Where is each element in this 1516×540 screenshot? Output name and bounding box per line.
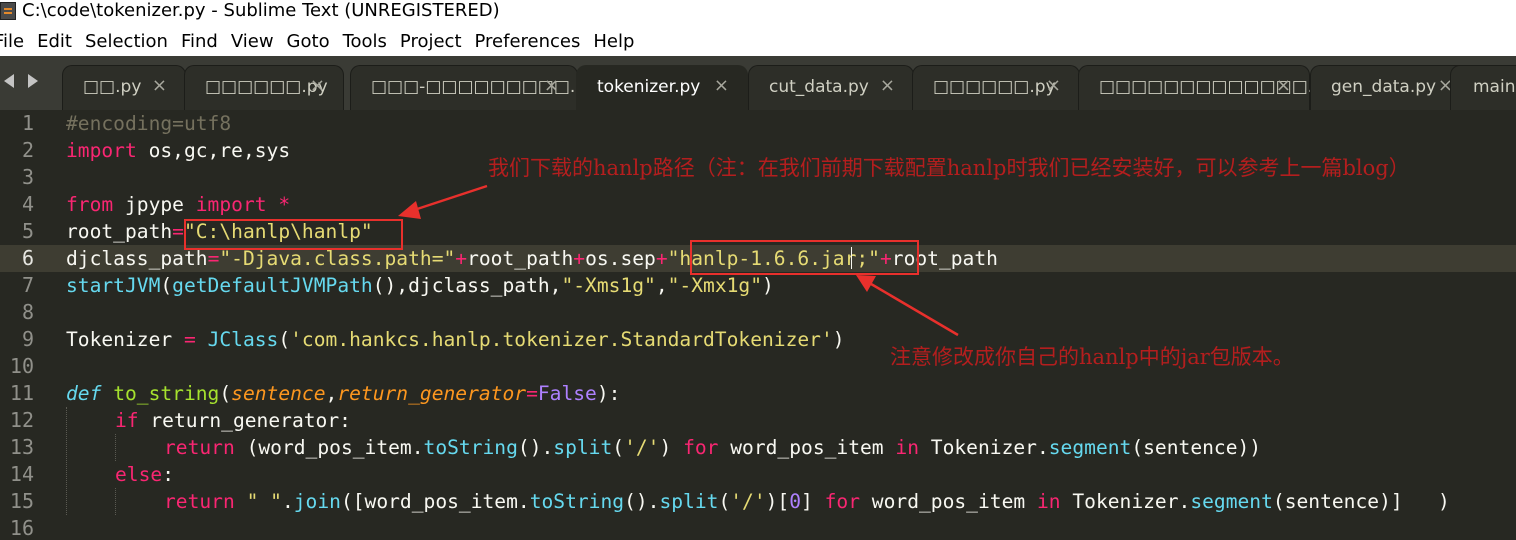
tab-label: main.py (1473, 77, 1516, 97)
tab-close-icon[interactable]: × (310, 75, 325, 97)
menu-selection[interactable]: Selection (85, 31, 168, 52)
menu-preferences[interactable]: Preferences (475, 31, 581, 52)
arrow-line-jar (865, 279, 959, 337)
annotation-note-hanlp-path: 我们下载的hanlp路径（注：在我们前期下载配置hanlp时我们已经安装好，可以… (488, 156, 1410, 180)
title-bar: C:\code\tokenizer.py - Sublime Text (UNR… (0, 0, 1516, 26)
tab-file-2[interactable]: □□□□□□.py × (184, 65, 344, 110)
menu-project[interactable]: Project (400, 31, 462, 52)
tab-cut-data-py[interactable]: cut_data.py × (748, 65, 914, 110)
menu-bar: File Edit Selection Find View Goto Tools… (0, 26, 1516, 56)
window-title: C:\code\tokenizer.py - Sublime Text (UNR… (22, 0, 500, 21)
menu-find[interactable]: Find (181, 31, 218, 52)
menu-view[interactable]: View (231, 31, 274, 52)
tab-file-1[interactable]: □□.py × (62, 65, 186, 110)
arrow-line-root-path (407, 184, 488, 214)
tab-gen-data-py[interactable]: gen_data.py × (1310, 65, 1472, 110)
tab-tokenizer-py[interactable]: tokenizer.py × (576, 65, 748, 110)
tab-label: □□□-□□□□□□□□□.py (371, 77, 597, 97)
tab-main-py[interactable]: main.py (1450, 65, 1516, 110)
tab-label: gen_data.py (1331, 77, 1437, 97)
menu-edit[interactable]: Edit (37, 31, 72, 52)
tab-file-7[interactable]: □□□□□□□□□□□□□.py × (1078, 65, 1334, 110)
annotation-note-jar-version: 注意修改成你自己的hanlp中的jar包版本。 (890, 345, 1294, 369)
tab-scroll-left-icon[interactable] (4, 74, 14, 88)
tab-close-icon[interactable]: × (1276, 75, 1291, 97)
tab-strip: □□.py × □□□□□□.py × □□□-□□□□□□□□□.py × t… (0, 56, 1516, 110)
menu-help[interactable]: Help (593, 31, 634, 52)
menu-file[interactable]: File (0, 31, 24, 52)
tab-label: tokenizer.py (597, 77, 701, 97)
tab-label: □□.py (83, 77, 142, 97)
tab-close-icon[interactable]: × (880, 75, 895, 97)
menu-tools[interactable]: Tools (343, 31, 387, 52)
menu-goto[interactable]: Goto (287, 31, 330, 52)
arrow-head-jar (856, 275, 876, 292)
tab-label: □□□□□□□□□□□□□.py (1099, 77, 1335, 97)
code-editor[interactable]: 1 2 3 4 5 6 7 8 9 10 11 12 13 14 15 16 #… (0, 110, 1516, 540)
tab-label: cut_data.py (769, 77, 869, 97)
tab-file-3[interactable]: □□□-□□□□□□□□□.py × (350, 65, 596, 110)
sublime-app-icon (0, 2, 16, 20)
tab-file-6[interactable]: □□□□□□.py × (912, 65, 1080, 110)
arrow-head-root-path (398, 201, 421, 219)
tab-close-icon[interactable]: × (1046, 75, 1061, 97)
tab-scroll-right-icon[interactable] (28, 74, 38, 88)
tab-close-icon[interactable]: × (714, 75, 729, 97)
tab-close-icon[interactable]: × (544, 75, 559, 97)
tab-label: □□□□□□.py (933, 77, 1056, 97)
tab-close-icon[interactable]: × (152, 75, 167, 97)
